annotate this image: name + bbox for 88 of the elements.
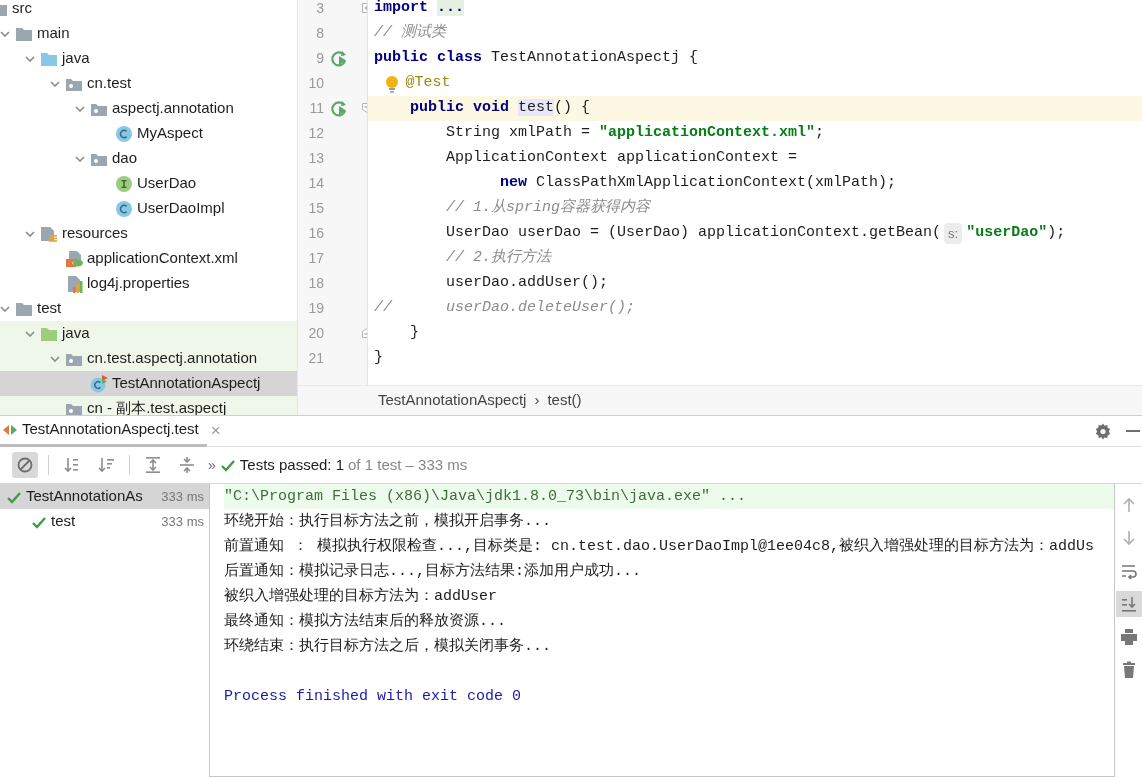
tree-item[interactable]: java [0,46,297,71]
run-tab[interactable]: TestAnnotationAspectj.test [0,415,207,447]
status-detail: of 1 test – 333 ms [348,454,468,475]
sort-icon [63,456,81,474]
console-line: 最终通知：模拟方法结束后的释放资源... [224,611,507,632]
tree-item[interactable]: aspectj.annotation [0,96,297,121]
tree-item[interactable]: dao [0,146,297,171]
breadcrumb-item[interactable]: test() [547,389,582,412]
code-text: // 测试类 [374,22,446,44]
line-number: 13 [307,149,324,168]
code-text: public void test() { [409,98,591,119]
line-number: 11 [308,99,324,118]
properties-file-icon [65,274,83,293]
duration-label: 333 ms [161,487,205,506]
minimize-icon [1126,430,1140,432]
line-number: 17 [307,249,324,268]
print-icon [1119,628,1138,646]
tree-item[interactable]: UserDao [0,171,297,196]
code-text: } [374,348,383,369]
class-icon [90,374,108,393]
line-number: 10 [307,74,324,93]
code-text: ApplicationContext applicationContext = [445,148,798,169]
console-line: 被织入增强处理的目标方法为：addUser [224,586,498,607]
resources-folder-icon [40,224,58,243]
code-text: UserDao userDao = (UserDao) applicationContext.getBean( [445,223,942,244]
run-icon[interactable] [330,99,348,118]
run-icon[interactable] [330,49,348,68]
code-text: String xmlPath = "applicationContext.xml"; [445,123,825,144]
line-number: 12 [307,124,324,143]
tree-item[interactable]: java [0,321,297,346]
interface-icon [115,174,133,193]
tree-item[interactable]: test [0,296,297,321]
code-text: userDao.addUser(); [445,273,609,294]
test-item[interactable]: test 333 ms [0,509,209,534]
code-text: @Test [405,73,451,94]
line-number: 16 [307,224,324,243]
line-number: 21 [307,349,324,368]
console-line: Process finished with exit code 0 [224,687,523,707]
console-line: 前置通知 ： 模拟执行权限检查...,目标类是: cn.test.dao.UserDaoImpl@1ee04c8,被织入增强处理的目标方法为：addUs [224,536,1096,557]
line-number: 18 [307,274,324,293]
class-icon [115,124,133,143]
show-passed-button[interactable] [12,452,38,478]
breadcrumb-separator: › [534,390,540,411]
test-item[interactable]: TestAnnotationAs 333 ms [0,484,209,509]
tree-item[interactable]: cn.test [0,71,297,96]
line-number: 19 [307,299,324,318]
tree-item[interactable]: resources [0,221,297,246]
stop-icon [16,456,34,474]
code-text: } [409,323,419,344]
scroll-to-end-button[interactable] [1115,591,1142,617]
line-number: 8 [315,24,324,43]
tree-item[interactable]: MyAspect [0,121,297,146]
tree-item[interactable]: log4j.properties [0,271,297,296]
code-text: // 1.从spring容器获得内容 [445,197,651,219]
more-button[interactable]: » [208,454,216,476]
line-number: 15 [307,199,324,218]
console-line: 环绕开始：执行目标方法之前，模拟开启事务... [224,511,552,532]
tree-item[interactable]: TestAnnotationAspectj [0,371,297,396]
code-text: // 2.执行方法 [445,247,552,269]
line-number: 14 [307,174,324,193]
console-line: 后置通知：模拟记录日志...,目标方法结果:添加用户成功... [224,561,642,582]
parameter-hint: s: [944,222,963,245]
tree-item[interactable]: src [0,0,297,21]
tree-item[interactable]: applicationContext.xml [0,246,297,271]
code-text: public class TestAnnotationAspectj { [374,48,699,69]
sort-icon [97,456,115,474]
collapse-all-icon [178,456,196,474]
settings-icon [1094,421,1112,441]
line-number: 3 [315,0,324,18]
status-text: Tests passed: 1 [239,454,345,475]
line-number: 20 [307,324,324,343]
expand-all-icon [144,456,162,474]
code-text: "userDao"); [966,223,1066,244]
code-text: // userDao.deleteUser(); [374,298,636,319]
code-text: new ClassPathXmlApplicationContext(xmlPath); [499,173,897,194]
breadcrumb-item[interactable]: TestAnnotationAspectj [378,389,527,412]
xml-file-icon [65,249,83,268]
tree-item[interactable]: UserDaoImpl [0,196,297,221]
duration-label: 333 ms [161,512,205,531]
line-number: 9 [315,49,324,68]
code-text: import ... [374,0,465,19]
class-icon [115,199,133,218]
tree-item[interactable]: cn.test.aspectj.annotation [0,346,297,371]
scroll-to-end-icon [1119,595,1138,613]
wrap-icon [1119,562,1138,580]
tree-item[interactable]: main [0,21,297,46]
console-line: 环绕结束：执行目标方法之后，模拟关闭事务... [224,636,552,657]
lightbulb-icon[interactable] [383,74,401,93]
